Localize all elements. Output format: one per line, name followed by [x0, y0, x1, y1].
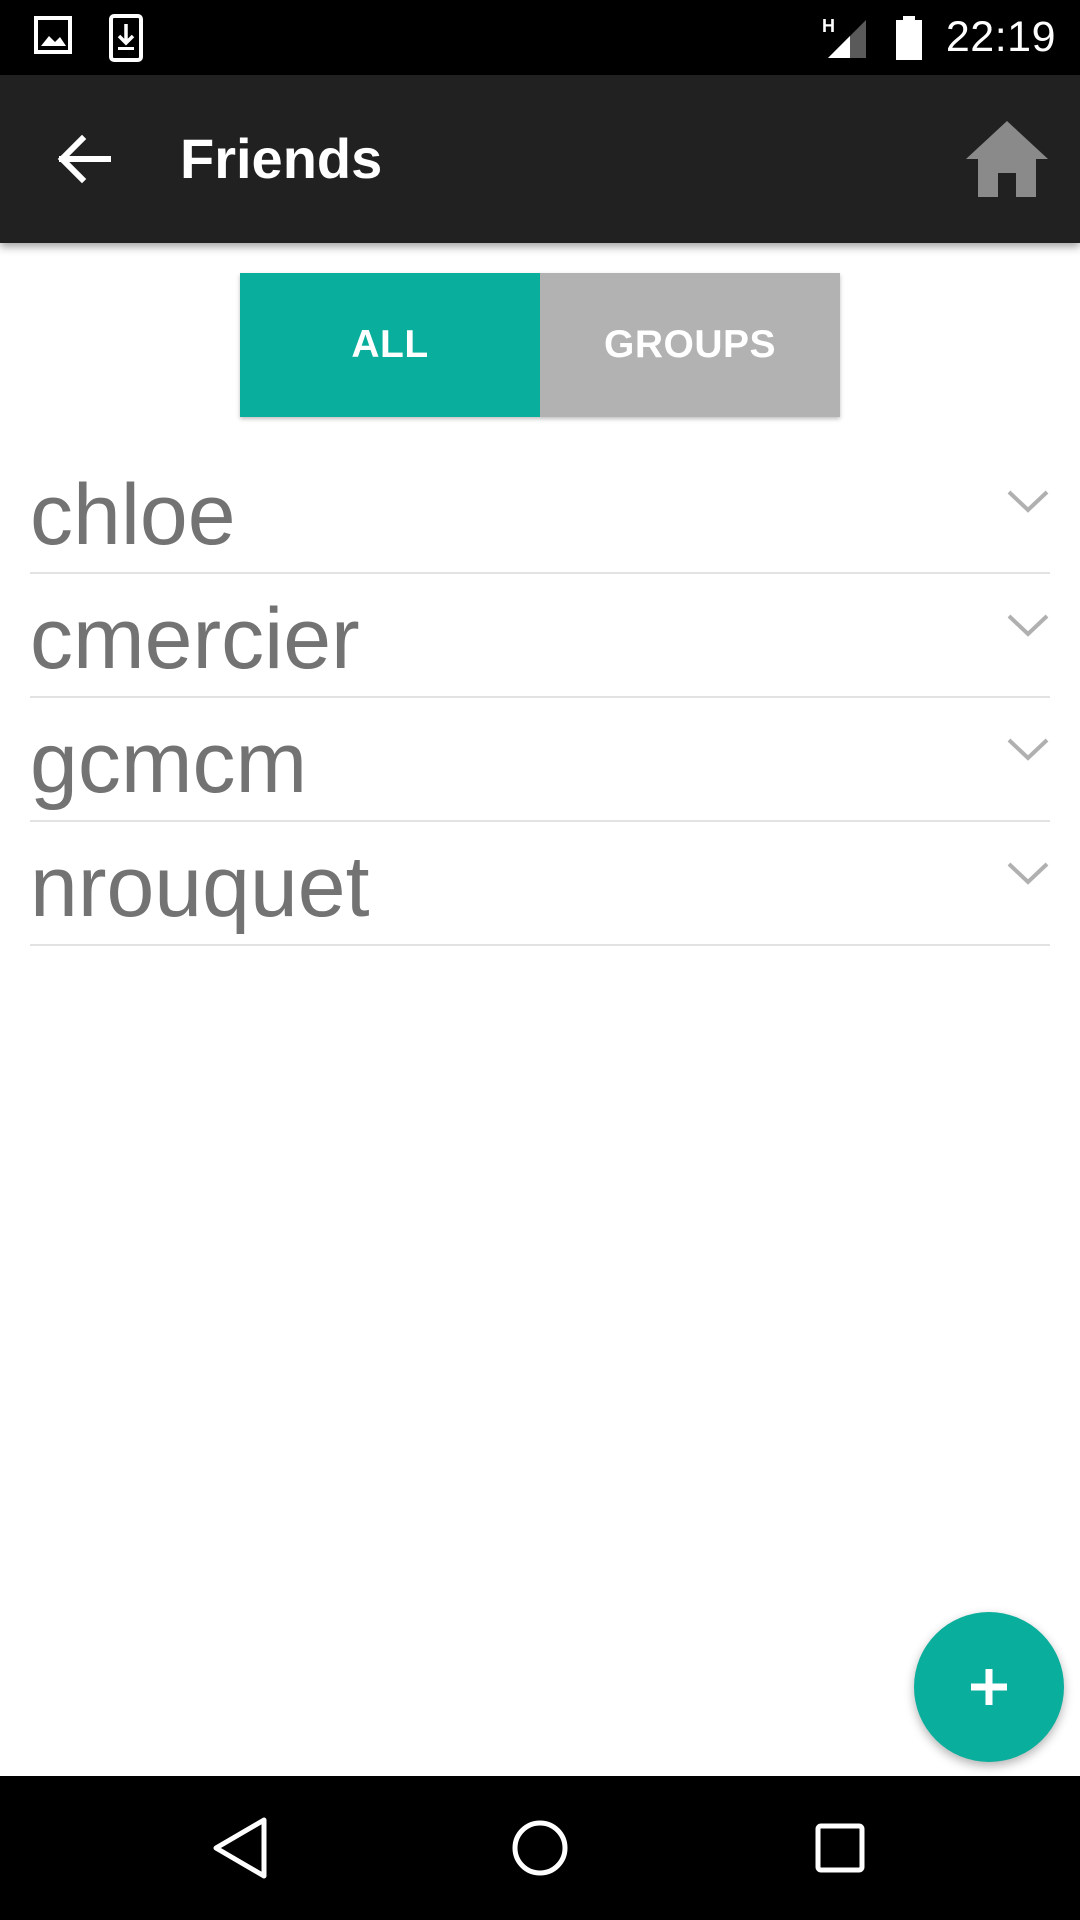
chevron-down-icon[interactable] — [1006, 612, 1050, 642]
back-button[interactable] — [52, 127, 116, 191]
list-item[interactable]: nrouquet — [30, 822, 1050, 946]
page-title: Friends — [180, 127, 383, 190]
notification-icons — [34, 14, 144, 62]
download-notification-icon — [109, 14, 143, 62]
tab-all[interactable]: ALL — [240, 273, 540, 417]
friend-name: chloe — [30, 467, 236, 563]
gallery-notification-icon — [34, 16, 72, 54]
chevron-down-icon[interactable] — [1006, 860, 1050, 890]
back-nav-icon[interactable] — [204, 1812, 276, 1884]
status-bar: H 22:19 — [0, 0, 1080, 75]
friend-name: nrouquet — [30, 839, 370, 935]
plus-icon — [971, 1669, 1007, 1705]
tab-all-label: ALL — [351, 323, 429, 366]
network-type-label: H — [822, 16, 835, 36]
home-button[interactable] — [964, 119, 1050, 199]
list-item[interactable]: gcmcm — [30, 698, 1050, 822]
status-time: 22:19 — [945, 13, 1056, 61]
list-item[interactable]: chloe — [30, 450, 1050, 574]
navigation-bar — [0, 1776, 1080, 1920]
friends-tabs: ALL GROUPS — [240, 273, 840, 417]
home-nav-icon[interactable] — [504, 1812, 576, 1884]
system-status-icons: H 22:19 — [820, 0, 1056, 75]
recents-nav-icon[interactable] — [804, 1812, 876, 1884]
app-bar: Friends — [0, 75, 1080, 243]
add-friend-button[interactable] — [914, 1612, 1064, 1762]
friend-name: gcmcm — [30, 715, 308, 811]
home-icon — [966, 121, 1048, 197]
friend-name: cmercier — [30, 591, 360, 687]
signal-icon: H — [822, 16, 866, 58]
battery-icon — [895, 15, 922, 60]
chevron-down-icon[interactable] — [1006, 736, 1050, 766]
arrow-back-icon — [57, 134, 111, 184]
friend-list: chloe cmercier gcmcm nrouquet — [30, 450, 1050, 946]
tab-groups-label: GROUPS — [603, 323, 777, 366]
list-item[interactable]: cmercier — [30, 574, 1050, 698]
tab-groups[interactable]: GROUPS — [540, 273, 840, 417]
chevron-down-icon[interactable] — [1006, 488, 1050, 518]
